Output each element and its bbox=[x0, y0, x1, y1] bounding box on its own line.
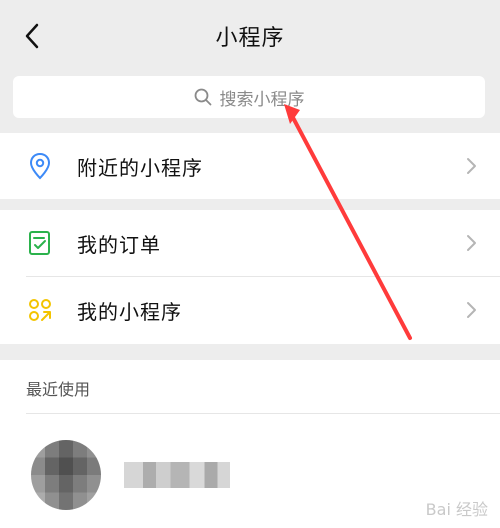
chevron-right-icon bbox=[467, 158, 476, 174]
chevron-right-icon bbox=[467, 235, 476, 251]
location-pin-icon bbox=[29, 152, 51, 180]
blurred-name bbox=[124, 462, 230, 488]
search-input[interactable]: 搜索小程序 bbox=[13, 76, 485, 118]
search-icon bbox=[194, 88, 211, 106]
search-area: 搜索小程序 bbox=[0, 72, 500, 130]
top-bar: 小程序 bbox=[0, 0, 500, 72]
menu-item-orders[interactable]: 我的订单 bbox=[0, 210, 500, 276]
page-title: 小程序 bbox=[215, 26, 285, 51]
search-placeholder: 搜索小程序 bbox=[219, 89, 305, 110]
avatar bbox=[31, 440, 101, 510]
menu-item-label: 附近的小程序 bbox=[77, 155, 203, 180]
menu-item-label: 我的订单 bbox=[77, 232, 161, 257]
menu-item-nearby[interactable]: 附近的小程序 bbox=[0, 133, 500, 199]
menu-item-label: 我的小程序 bbox=[77, 299, 182, 324]
order-list-icon bbox=[29, 231, 50, 255]
mini-program-grid-icon bbox=[29, 299, 51, 321]
nearby-group: 附近的小程序 bbox=[0, 133, 500, 199]
menu-item-my-mini-programs[interactable]: 我的小程序 bbox=[0, 277, 500, 343]
chevron-right-icon bbox=[467, 302, 476, 318]
recent-title: 最近使用 bbox=[26, 380, 91, 399]
watermark: Bai 经验 bbox=[425, 500, 488, 519]
orders-group: 我的订单 我的小程序 bbox=[0, 210, 500, 344]
